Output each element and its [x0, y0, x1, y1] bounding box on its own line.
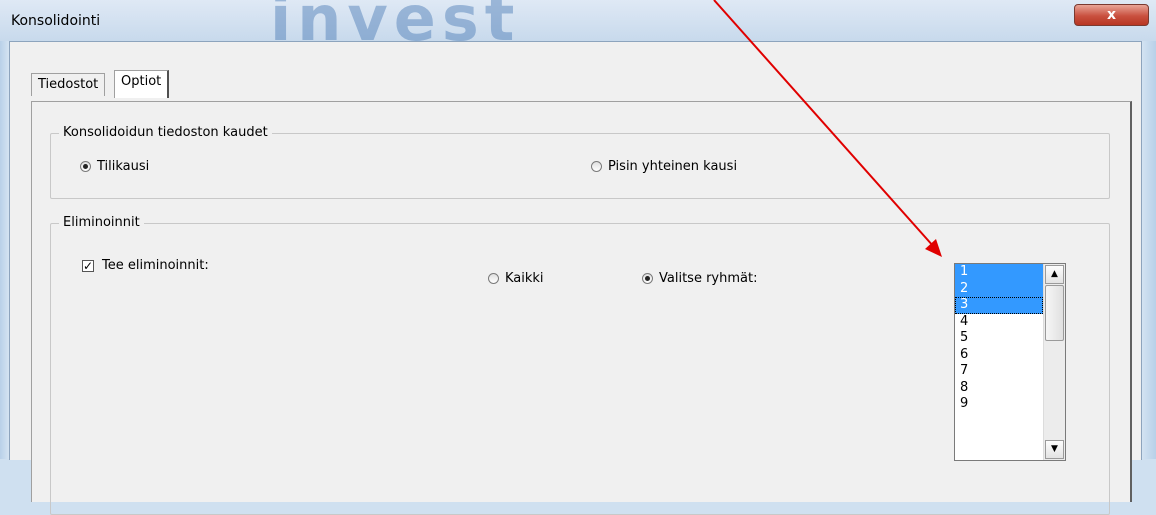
- group-list-items: 1 2 3 4 5 6 7 8 9: [955, 264, 1043, 413]
- tab-optiot[interactable]: Optiot: [114, 70, 170, 98]
- scroll-down-button[interactable]: ▼: [1045, 440, 1064, 459]
- tab-label: Optiot: [121, 74, 162, 89]
- list-item[interactable]: 2: [955, 280, 1043, 297]
- list-scrollbar[interactable]: ▲ ▼: [1043, 264, 1065, 460]
- tab-label: Tiedostot: [38, 77, 99, 92]
- checkbox-label: Tee eliminoinnit:: [102, 258, 209, 273]
- list-item[interactable]: 6: [955, 347, 1043, 364]
- radio-unselected-icon: [488, 273, 499, 284]
- list-item[interactable]: 8: [955, 380, 1043, 397]
- checkbox-tee-eliminoinnit[interactable]: ✓ Tee eliminoinnit:: [82, 258, 209, 273]
- dialog-window: invest Konsolidointi x Tiedostot Optiot …: [0, 0, 1156, 515]
- radio-label: Valitse ryhmät:: [659, 271, 758, 286]
- window-title: Konsolidointi: [11, 13, 101, 29]
- arrow-up-icon: ▲: [1051, 269, 1058, 279]
- list-item[interactable]: 4: [955, 314, 1043, 331]
- radio-unselected-icon: [591, 161, 602, 172]
- list-item[interactable]: 9: [955, 396, 1043, 413]
- radio-tilikausi[interactable]: Tilikausi: [80, 159, 149, 174]
- list-item[interactable]: 3: [955, 297, 1043, 314]
- periods-group-label: Konsolidoidun tiedoston kaudet: [59, 125, 272, 140]
- periods-groupbox: Konsolidoidun tiedoston kaudet Tilikausi…: [50, 125, 1110, 199]
- radio-valitse-ryhmat[interactable]: Valitse ryhmät:: [642, 271, 757, 286]
- checkbox-checked-icon: ✓: [82, 258, 94, 273]
- list-item[interactable]: 7: [955, 363, 1043, 380]
- group-listbox[interactable]: 1 2 3 4 5 6 7 8 9 ▲ ▼: [954, 263, 1066, 461]
- title-bar[interactable]: invest Konsolidointi x: [0, 0, 1156, 55]
- scroll-thumb[interactable]: [1045, 285, 1064, 341]
- radio-label: Kaikki: [505, 271, 544, 286]
- eliminations-groupbox: Eliminoinnit ✓ Tee eliminoinnit: Kaikki …: [50, 215, 1110, 515]
- close-button[interactable]: x: [1074, 4, 1149, 26]
- radio-label: Pisin yhteinen kausi: [608, 159, 738, 174]
- eliminations-group-label: Eliminoinnit: [59, 215, 144, 230]
- window-frame-right: [1141, 41, 1156, 459]
- radio-pisin-yhteinen-kausi[interactable]: Pisin yhteinen kausi: [591, 159, 737, 174]
- close-icon: x: [1106, 7, 1117, 23]
- radio-selected-icon: [80, 161, 91, 172]
- radio-kaikki[interactable]: Kaikki: [488, 271, 544, 286]
- radio-selected-icon: [642, 273, 653, 284]
- scroll-up-button[interactable]: ▲: [1045, 265, 1064, 284]
- list-item[interactable]: 5: [955, 330, 1043, 347]
- tab-tiedostot[interactable]: Tiedostot: [31, 73, 106, 96]
- list-item[interactable]: 1: [955, 264, 1043, 281]
- arrow-down-icon: ▼: [1051, 444, 1058, 454]
- window-frame-left: [0, 41, 9, 459]
- radio-label: Tilikausi: [97, 159, 150, 174]
